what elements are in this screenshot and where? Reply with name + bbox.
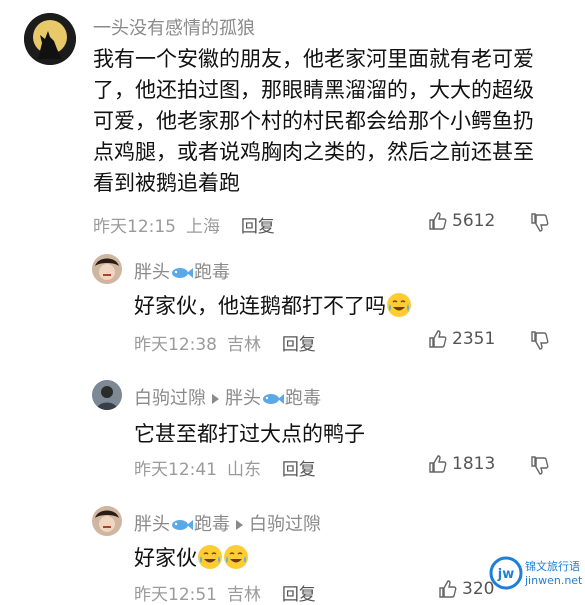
reply-button[interactable]: 回复 [241,217,275,237]
like-button[interactable]: 5612 [428,211,495,231]
reply-text: 好家伙，他连鹅都打不了吗 [134,290,412,320]
avatar-man[interactable] [92,380,122,410]
location: 吉林 [227,335,261,355]
username[interactable]: 胖头 跑毒 白驹过隙 [134,510,321,536]
reply-to-name: 跑毒 [285,388,321,409]
username-part: 白驹过隙 [134,388,206,409]
thumbs-down-icon[interactable] [530,456,550,476]
watermark-url: jinwen.net [525,574,583,587]
thumbs-up-icon [439,580,457,598]
username-part: 胖头 [134,262,170,283]
location: 吉林 [227,585,261,605]
location: 山东 [227,460,261,480]
username-part: 跑毒 [194,514,230,535]
child-photo-icon [92,506,122,536]
fish-icon [263,394,284,404]
timestamp: 昨天12:41 [134,460,217,480]
wolf-moon-icon [24,13,76,65]
crying-laughing-emoji [224,545,248,569]
reply-to-name: 白驹过隙 [249,514,321,535]
reply-text-content: 它甚至都打过大点的鸭子 [134,422,365,446]
reply-text: 它甚至都打过大点的鸭子 [134,418,365,448]
avatar-child[interactable] [92,254,122,284]
crying-laughing-emoji [198,545,222,569]
reply-text: 好家伙 [134,542,249,572]
comment-line: 了，他还拍过图，那眼睛黑溜溜的，大大的超级 [93,78,534,102]
like-button[interactable]: 320 [438,579,494,599]
reply-text-content: 好家伙 [134,546,197,570]
like-count: 1813 [452,454,496,474]
username[interactable]: 胖头 跑毒 [134,258,230,284]
thumbs-up-icon [429,455,447,473]
comment-meta: 昨天12:15 上海 回复 [93,212,285,237]
child-photo-icon [92,254,122,284]
reply-button[interactable]: 回复 [282,585,316,605]
thumbs-up-icon [429,330,447,348]
watermark-text: 锦文旅行语 [525,560,580,573]
crying-laughing-emoji [387,293,411,317]
thumbs-down-icon[interactable] [530,331,550,351]
like-count: 5612 [452,211,496,231]
like-button[interactable]: 2351 [428,329,495,349]
jw-logo-icon: jw [489,556,523,590]
reply-button[interactable]: 回复 [282,335,316,355]
location: 上海 [186,217,220,237]
reply-text-content: 好家伙，他连鹅都打不了吗 [134,294,386,318]
reply-arrow-icon [236,519,243,530]
thumbs-down-icon[interactable] [530,213,550,233]
reply-button[interactable]: 回复 [282,460,316,480]
avatar-child[interactable] [92,506,122,536]
timestamp: 昨天12:51 [134,585,217,605]
comment-meta: 昨天12:38 吉林 回复 [134,330,326,355]
avatar-wolf[interactable] [24,13,76,65]
like-button[interactable]: 1813 [428,454,495,474]
fish-icon [172,520,193,530]
reply-arrow-icon [212,393,219,404]
username[interactable]: 一头没有感情的孤狼 [93,14,255,40]
man-photo-icon [92,380,122,410]
comment-line: 点鸡腿，或者说鸡胸肉之类的，然后之前还甚至 [93,140,534,164]
timestamp: 昨天12:15 [93,217,176,237]
comment-line: 可爱，他老家那个村的村民都会给那个小鳄鱼扔 [93,109,534,133]
comment-meta: 昨天12:41 山东 回复 [134,455,326,480]
like-count: 2351 [452,329,496,349]
thumbs-up-icon [429,212,447,230]
watermark: jw 锦文旅行语 jinwen.net [489,552,585,598]
reply-to-name: 胖头 [225,388,261,409]
username[interactable]: 白驹过隙 胖头 跑毒 [134,384,321,410]
comment-line: 看到被鹅追着跑 [93,171,240,195]
username-part: 胖头 [134,514,170,535]
comment-text: 我有一个安徽的朋友，他老家河里面就有老可爱 了，他还拍过图，那眼睛黑溜溜的，大大… [93,44,534,199]
logo-text: jw [497,567,514,582]
comment-line: 我有一个安徽的朋友，他老家河里面就有老可爱 [93,47,534,71]
fish-icon [172,268,193,278]
comment-meta: 昨天12:51 吉林 回复 [134,580,326,605]
username-part: 跑毒 [194,262,230,283]
timestamp: 昨天12:38 [134,335,217,355]
